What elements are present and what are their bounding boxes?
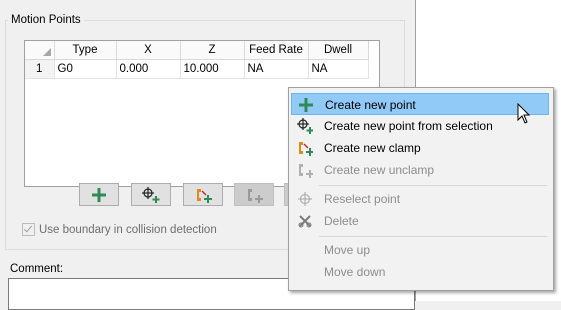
unclamp-icon bbox=[299, 164, 313, 178]
menu-item-move-up[interactable]: Move up bbox=[291, 239, 549, 261]
menu-item-create-new-point[interactable]: Create new point bbox=[291, 93, 549, 115]
cell-dwell[interactable]: NA bbox=[308, 59, 369, 79]
menu-item-label: Move up bbox=[324, 243, 371, 257]
menu-item-label: Create new point bbox=[325, 98, 416, 112]
menu-item-reselect-point[interactable]: Reselect point bbox=[291, 188, 549, 210]
column-header-dwell[interactable]: Dwell bbox=[308, 41, 369, 60]
boundary-checkbox-row[interactable]: Use boundary in collision detection bbox=[22, 223, 217, 236]
column-header-feed-rate[interactable]: Feed Rate bbox=[244, 41, 309, 60]
grid-header-row: Type X Z Feed Rate Dwell bbox=[25, 41, 369, 60]
cell-type[interactable]: G0 bbox=[54, 59, 117, 79]
point-from-selection-button[interactable] bbox=[131, 183, 171, 206]
menu-item-label: Create new clamp bbox=[324, 141, 421, 155]
menu-item-delete[interactable]: Delete bbox=[291, 210, 549, 232]
mouse-cursor-icon bbox=[517, 103, 531, 124]
crosshair-icon bbox=[298, 192, 312, 206]
cell-x[interactable]: 0.000 bbox=[116, 59, 181, 79]
menu-item-label: Delete bbox=[324, 214, 359, 228]
menu-item-label: Move down bbox=[324, 265, 386, 279]
menu-item-label: Create new point from selection bbox=[324, 119, 493, 133]
column-header-x[interactable]: X bbox=[116, 41, 181, 60]
boundary-checkbox-label: Use boundary in collision detection bbox=[39, 223, 217, 236]
select-all-triangle-icon bbox=[42, 48, 51, 56]
column-header-type[interactable]: Type bbox=[54, 41, 117, 60]
crosshair-plus-icon bbox=[297, 118, 313, 134]
add-point-button[interactable] bbox=[79, 183, 119, 206]
comment-label: Comment: bbox=[10, 263, 64, 275]
grid-select-all-corner[interactable] bbox=[25, 41, 55, 60]
cell-z[interactable]: 10.000 bbox=[180, 59, 245, 79]
menu-separator bbox=[319, 185, 547, 186]
plus-icon bbox=[92, 187, 106, 202]
cell-feed-rate[interactable]: NA bbox=[244, 59, 309, 79]
top-strip bbox=[0, 0, 412, 8]
context-menu: Create new point Create new point from s… bbox=[288, 87, 554, 291]
crosshair-plus-icon bbox=[142, 186, 160, 203]
motion-points-title: Motion Points bbox=[8, 14, 84, 26]
menu-item-label: Reselect point bbox=[324, 192, 401, 206]
table-row[interactable]: 1 G0 0.000 10.000 NA NA bbox=[25, 59, 369, 79]
unclamp-icon bbox=[248, 188, 263, 203]
menu-item-label: Create new unclamp bbox=[324, 163, 435, 177]
menu-item-move-down[interactable]: Move down bbox=[291, 261, 549, 283]
create-unclamp-button[interactable] bbox=[234, 183, 274, 206]
boundary-checkbox[interactable] bbox=[22, 223, 35, 236]
clamp-icon bbox=[299, 142, 313, 156]
column-header-z[interactable]: Z bbox=[180, 41, 245, 60]
clamp-icon bbox=[197, 188, 212, 203]
menu-item-create-new-clamp[interactable]: Create new clamp bbox=[291, 137, 549, 159]
create-clamp-button[interactable] bbox=[183, 183, 223, 206]
plus-icon bbox=[299, 98, 313, 112]
menu-item-create-point-from-selection[interactable]: Create new point from selection bbox=[291, 115, 549, 137]
row-number[interactable]: 1 bbox=[25, 59, 55, 79]
delete-icon bbox=[298, 215, 312, 228]
menu-item-create-new-unclamp[interactable]: Create new unclamp bbox=[291, 159, 549, 181]
menu-separator bbox=[319, 236, 547, 237]
